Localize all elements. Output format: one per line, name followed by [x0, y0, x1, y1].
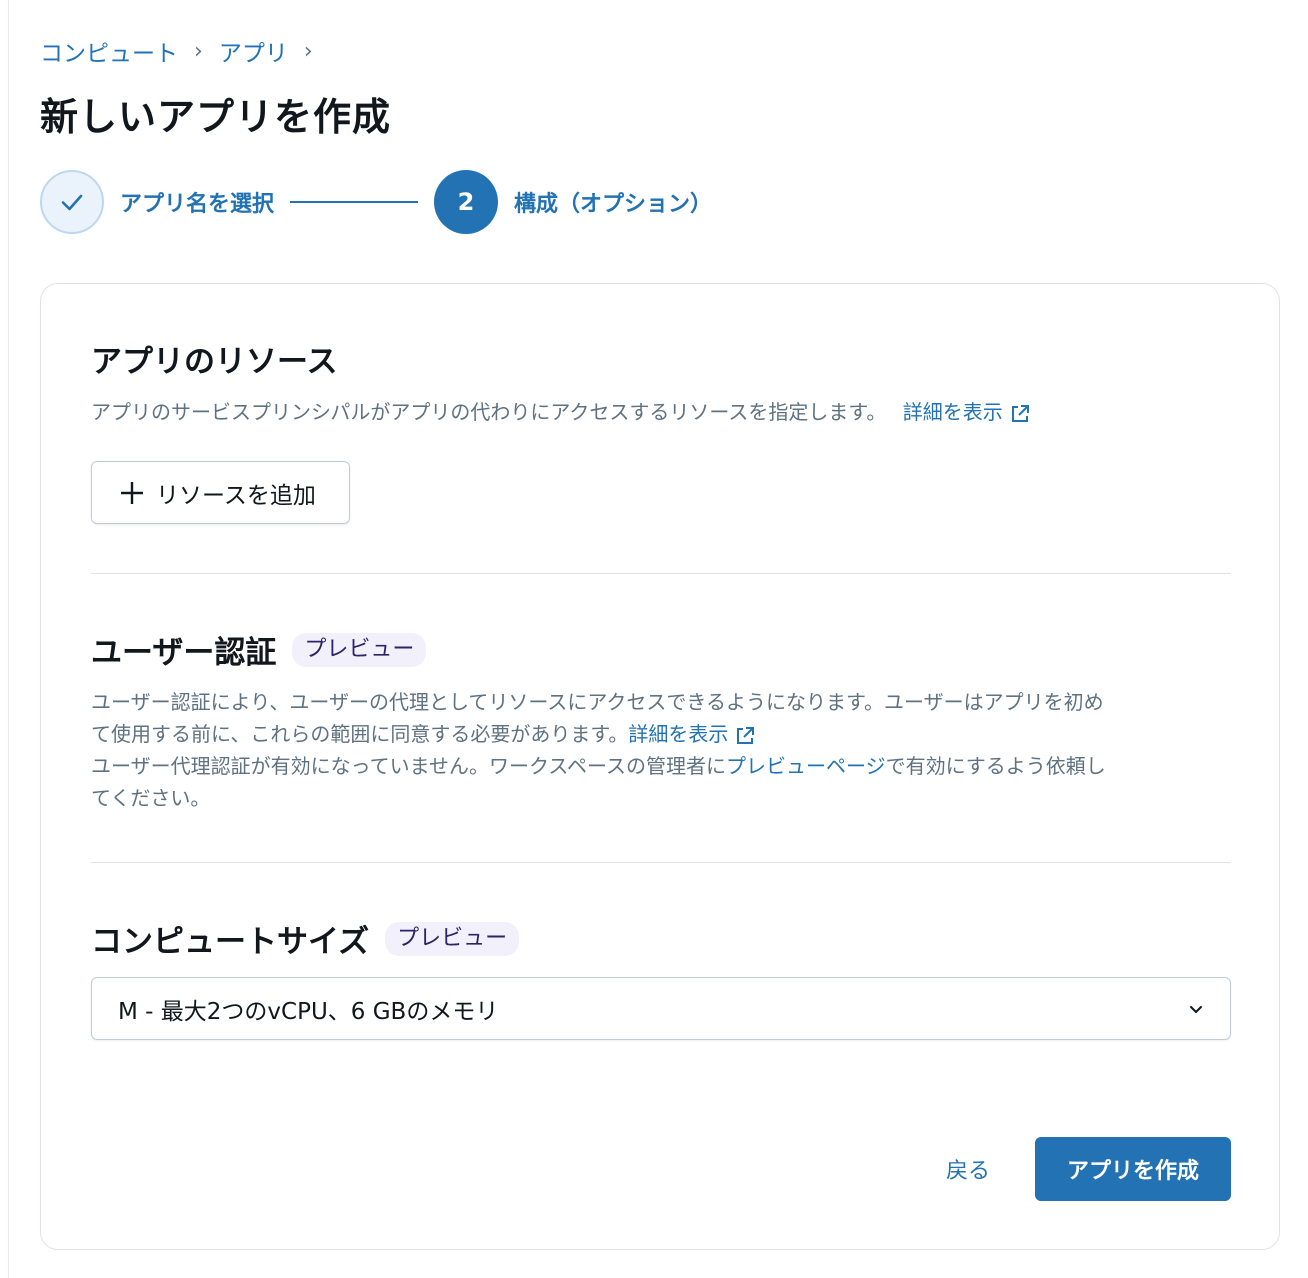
chevron-down-icon	[1190, 1005, 1202, 1013]
user-auth-disabled-prefix: ユーザー代理認証が有効になっていません。ワークスペースの管理者に	[91, 754, 726, 778]
step-1-indicator	[40, 170, 104, 234]
external-link-icon	[1011, 404, 1029, 422]
check-icon	[61, 194, 83, 211]
user-auth-desc-line2: て使用する前に、これらの範囲に同意する必要があります。詳細を表示	[91, 718, 1231, 750]
user-auth-learn-more-text: 詳細を表示	[628, 722, 729, 746]
step-2-number: 2	[457, 188, 475, 216]
user-auth-disabled-line2: てください。	[91, 786, 211, 810]
user-auth-disabled-suffix1: で有効にするよう依頼し	[885, 754, 1106, 778]
back-button[interactable]: 戻る	[921, 1137, 1015, 1201]
step-2-indicator: 2	[434, 170, 499, 234]
user-auth-title: ユーザー認証 プレビュー	[91, 627, 427, 672]
add-resource-label: リソースを追加	[156, 481, 316, 508]
user-auth-desc-line2-text: て使用する前に、これらの範囲に同意する必要があります。	[91, 722, 629, 746]
compute-size-select[interactable]: M - 最大2つのvCPU、6 GBのメモリ	[91, 977, 1231, 1040]
user-auth-disabled-line1: ユーザー代理認証が有効になっていません。ワークスペースの管理者にプレビューページ…	[91, 750, 1231, 782]
step-2-label: 構成（オプション）	[514, 192, 713, 217]
resources-learn-more-link[interactable]: 詳細を表示	[903, 400, 1031, 424]
section-divider	[91, 862, 1231, 863]
user-auth-desc-line1: ユーザー認証により、ユーザーの代理としてリソースにアクセスできるようになります。…	[91, 690, 1104, 714]
compute-size-title: コンピュートサイズ プレビュー	[91, 916, 520, 961]
preview-page-link[interactable]: プレビューページ	[726, 754, 886, 778]
resources-title: アプリのリソース	[91, 336, 337, 381]
breadcrumb-separator-icon: ›	[194, 38, 203, 64]
section-divider	[91, 573, 1231, 574]
breadcrumb-compute[interactable]: コンピュート	[40, 34, 178, 68]
create-app-button[interactable]: アプリを作成	[1035, 1137, 1231, 1201]
user-auth-learn-more-link[interactable]: 詳細を表示	[628, 722, 756, 746]
breadcrumb: コンピュート › アプリ ›	[40, 34, 329, 68]
plus-icon	[118, 479, 146, 507]
page-left-border	[8, 0, 9, 1278]
breadcrumb-apps[interactable]: アプリ	[219, 34, 288, 68]
preview-badge: プレビュー	[292, 632, 427, 667]
step-1-label: アプリ名を選択	[120, 192, 275, 217]
user-auth-title-text: ユーザー認証	[91, 635, 277, 671]
add-resource-button[interactable]: リソースを追加	[91, 461, 350, 524]
resources-description-text: アプリのサービスプリンシパルがアプリの代わりにアクセスするリソースを指定します。	[91, 400, 887, 424]
config-card: アプリのリソース アプリのサービスプリンシパルがアプリの代わりにアクセスするリソ…	[40, 283, 1280, 1250]
page-title: 新しいアプリを作成	[40, 95, 392, 139]
external-link-icon	[737, 726, 755, 744]
compute-size-selected-value: M - 最大2つのvCPU、6 GBのメモリ	[118, 998, 499, 1025]
step-connector	[290, 201, 419, 203]
resources-description: アプリのサービスプリンシパルがアプリの代わりにアクセスするリソースを指定します。…	[91, 396, 1031, 428]
resources-learn-more-text: 詳細を表示	[902, 400, 1003, 424]
user-auth-description: ユーザー認証により、ユーザーの代理としてリソースにアクセスできるようになります。…	[91, 686, 1231, 814]
preview-badge: プレビュー	[385, 921, 520, 956]
resources-title-text: アプリのリソース	[91, 344, 338, 380]
compute-size-title-text: コンピュートサイズ	[91, 924, 370, 960]
stepper: アプリ名を選択 2 構成（オプション）	[40, 170, 712, 234]
breadcrumb-separator-icon: ›	[303, 38, 313, 64]
